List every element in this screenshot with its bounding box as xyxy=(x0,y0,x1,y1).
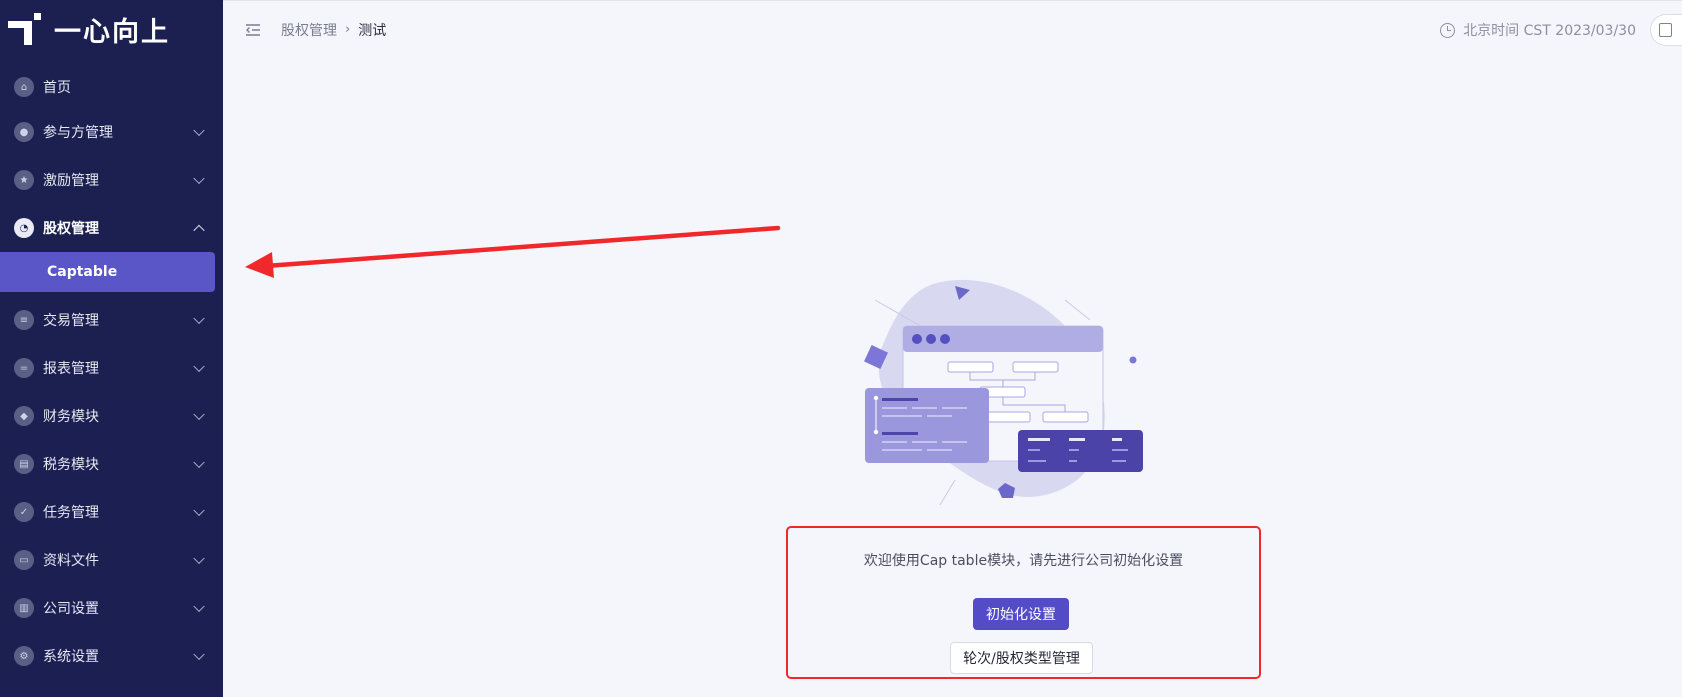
equity-pie-icon: ◔ xyxy=(14,218,34,238)
chevron-down-icon xyxy=(193,312,205,325)
clock-icon xyxy=(1440,22,1456,38)
sidebar-subitem-captable[interactable]: Captable xyxy=(0,252,215,292)
logo-mark-icon xyxy=(8,13,41,45)
sidebar-item-label: 交易管理 xyxy=(43,313,99,329)
top-header: 股权管理 › 测试 北京时间 CST 2023/03/30 xyxy=(223,0,1682,58)
chevron-down-icon xyxy=(193,172,205,185)
sidebar-item-label: 系统设置 xyxy=(43,649,99,665)
breadcrumb-parent[interactable]: 股权管理 xyxy=(281,20,337,40)
sidebar-item-label: 参与方管理 xyxy=(43,125,113,141)
sidebar-item-transaction[interactable]: ≡ 交易管理 xyxy=(0,296,223,344)
sidebar-item-label: 首页 xyxy=(43,80,71,96)
chevron-down-icon xyxy=(193,504,205,517)
header-time: 北京时间 CST 2023/03/30 xyxy=(1440,1,1636,59)
sidebar-menu: ⌂ 首页 ● 参与方管理 ★ 激励管理 ◔ 股权管理 Captable ≡ 交易… xyxy=(0,66,223,680)
sidebar-item-home[interactable]: ⌂ 首页 xyxy=(0,66,223,108)
sidebar-item-label: 报表管理 xyxy=(43,361,99,377)
company-icon: ▥ xyxy=(14,598,34,618)
empty-state-illustration xyxy=(864,279,1143,506)
sidebar-item-system-settings[interactable]: ⚙ 系统设置 xyxy=(0,632,223,680)
sidebar-item-label: 任务管理 xyxy=(43,505,99,521)
sidebar-item-company-settings[interactable]: ▥ 公司设置 xyxy=(0,584,223,632)
tax-icon: ▤ xyxy=(14,454,34,474)
sidebar-item-label: 资料文件 xyxy=(43,553,99,569)
annotation-arrow xyxy=(245,225,781,278)
welcome-panel: 欢迎使用Cap table模块，请先进行公司初始化设置 初始化设置 轮次/股权类… xyxy=(786,526,1261,679)
sidebar-item-files[interactable]: ▭ 资料文件 xyxy=(0,536,223,584)
app-logo[interactable]: 一心向上 xyxy=(8,12,170,48)
sidebar-item-incentive[interactable]: ★ 激励管理 xyxy=(0,156,223,204)
sidebar-item-label: 财务模块 xyxy=(43,409,99,425)
chevron-down-icon xyxy=(193,408,205,421)
incentive-icon: ★ xyxy=(14,170,34,190)
init-settings-button[interactable]: 初始化设置 xyxy=(973,598,1069,630)
sidebar-item-label: 公司设置 xyxy=(43,601,99,617)
chevron-down-icon xyxy=(193,456,205,469)
sidebar-item-report[interactable]: = 报表管理 xyxy=(0,344,223,392)
sidebar-item-tax[interactable]: ▤ 税务模块 xyxy=(0,440,223,488)
sidebar-item-label: 股权管理 xyxy=(43,221,99,237)
sidebar: 一心向上 ⌂ 首页 ● 参与方管理 ★ 激励管理 ◔ 股权管理 Captable… xyxy=(0,0,223,697)
chevron-down-icon xyxy=(193,360,205,373)
sidebar-item-label: 激励管理 xyxy=(43,173,99,189)
report-icon: = xyxy=(14,358,34,378)
breadcrumb-current: 测试 xyxy=(358,22,387,39)
system-settings-icon: ⚙ xyxy=(14,646,34,666)
finance-icon: ◆ xyxy=(14,406,34,426)
round-share-type-button[interactable]: 轮次/股权类型管理 xyxy=(950,642,1093,674)
chevron-down-icon xyxy=(193,124,205,137)
home-icon: ⌂ xyxy=(14,77,34,97)
chevron-down-icon xyxy=(193,600,205,613)
calendar-check-icon xyxy=(1659,23,1672,37)
chevron-up-icon xyxy=(193,224,205,237)
chevron-down-icon xyxy=(193,552,205,565)
transaction-icon: ≡ xyxy=(14,310,34,330)
sidebar-item-label: 税务模块 xyxy=(43,457,99,473)
sidebar-item-task[interactable]: ✓ 任务管理 xyxy=(0,488,223,536)
sidebar-item-finance[interactable]: ◆ 财务模块 xyxy=(0,392,223,440)
calendar-check-button[interactable] xyxy=(1650,14,1682,46)
welcome-text: 欢迎使用Cap table模块，请先进行公司初始化设置 xyxy=(863,553,1184,569)
breadcrumb: 股权管理 › 测试 xyxy=(281,20,386,40)
participants-icon: ● xyxy=(14,122,34,142)
sidebar-subitem-label: Captable xyxy=(47,264,118,280)
collapse-sidebar-icon[interactable] xyxy=(243,20,263,40)
logo-text: 一心向上 xyxy=(54,16,170,48)
sidebar-item-equity[interactable]: ◔ 股权管理 xyxy=(0,204,223,252)
sidebar-item-participants[interactable]: ● 参与方管理 xyxy=(0,108,223,156)
chevron-right-icon: › xyxy=(345,22,351,37)
task-icon: ✓ xyxy=(14,502,34,522)
chevron-down-icon xyxy=(193,648,205,661)
time-text: 北京时间 CST 2023/03/30 xyxy=(1463,23,1636,39)
folder-icon: ▭ xyxy=(14,550,34,570)
